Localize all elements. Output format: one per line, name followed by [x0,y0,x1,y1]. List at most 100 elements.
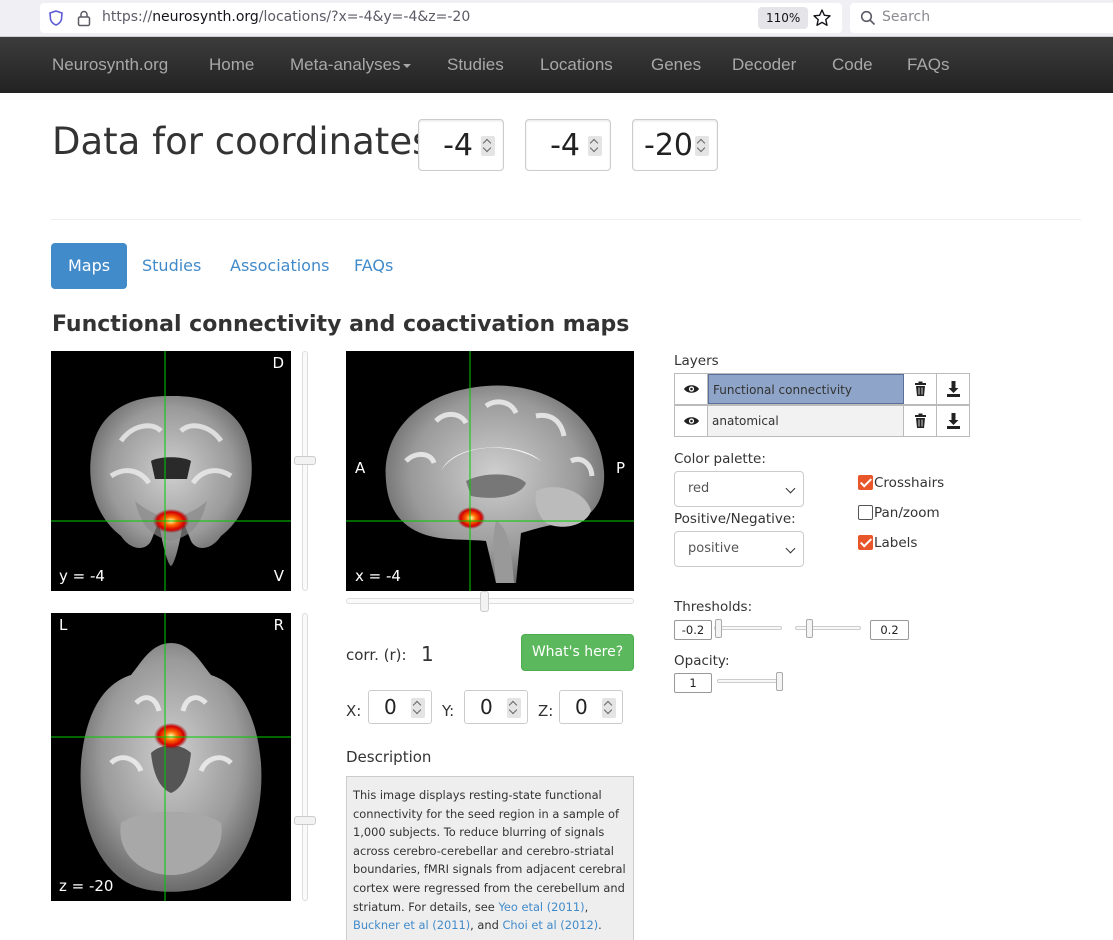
download-icon[interactable] [937,406,970,436]
pan-zoom-checkbox[interactable] [858,505,873,520]
url-text[interactable]: https://neurosynth.org/locations/?x=-4&y… [102,9,470,25]
crosshairs-checkbox[interactable] [858,475,873,490]
pos-neg-select[interactable]: positive [674,531,804,567]
slider-handle[interactable] [776,672,783,691]
tab-associations[interactable]: Associations [213,243,346,289]
spinner-icon[interactable] [588,136,602,156]
nav-locations[interactable]: Locations [540,55,613,75]
tab-faqs[interactable]: FAQs [337,243,410,289]
url-bar[interactable]: https://neurosynth.org/locations/?x=-4&y… [40,3,842,33]
nav-meta-analyses-label: Meta-analyses [290,55,401,74]
layer-row[interactable]: Functional connectivity [674,373,970,405]
zoom-level-badge[interactable]: 110% [758,7,809,29]
color-palette-value: red [688,481,710,496]
slider-handle[interactable] [480,591,489,612]
coord-y-value: -4 [550,128,580,163]
tracking-shield-icon[interactable] [48,10,64,26]
lock-icon[interactable] [76,9,92,27]
axial-slice-slider[interactable] [294,613,316,901]
sagittal-brain-image [346,351,634,591]
caret-down-icon [402,63,411,68]
slider-handle[interactable] [294,816,316,825]
download-icon[interactable] [937,374,970,404]
crosshairs-label: Crosshairs [874,475,945,491]
trash-icon[interactable] [904,374,937,404]
site-navbar: Neurosynth.org Home Meta-analyses Studie… [0,37,1113,93]
coord-x-input[interactable]: -4 [418,119,504,171]
color-palette-label: Color palette: [674,451,766,467]
labels-label: Labels [874,535,918,551]
url-host: neurosynth.org [152,9,259,25]
sagittal-slice-slider[interactable] [346,591,634,612]
positive-threshold-input[interactable]: 0.2 [870,620,909,640]
nav-genes[interactable]: Genes [651,55,701,75]
spinner-icon[interactable] [481,136,495,156]
slider-handle[interactable] [294,456,316,465]
yeo-link[interactable]: Yeo etal (2011) [498,900,584,914]
spinner-icon[interactable] [602,698,616,718]
label-ventral: V [273,567,284,585]
layer-name[interactable]: anatomical [708,406,904,436]
nav-meta-analyses[interactable]: Meta-analyses [290,55,411,75]
url-prefix: https:// [102,9,153,25]
corr-value: 1 [421,642,434,666]
buckner-link[interactable]: Buckner et al (2011) [353,918,470,932]
spinner-icon[interactable] [507,698,521,718]
description-box: This image displays resting-state functi… [346,776,634,940]
nav-home[interactable]: Home [209,55,254,75]
nav-faqs[interactable]: FAQs [907,55,950,75]
tab-maps[interactable]: Maps [51,243,128,289]
axial-brain-view[interactable]: L R z = -20 [51,613,291,901]
layer-row[interactable]: anatomical [674,405,970,437]
y-value: 0 [480,695,493,719]
slider-handle[interactable] [715,619,722,638]
negative-threshold-slider[interactable] [714,619,782,638]
pan-zoom-label: Pan/zoom [874,505,940,521]
label-right: R [273,616,284,634]
description-sep: , [584,899,589,914]
chevron-down-icon [785,483,796,494]
whats-here-button[interactable]: What's here? [521,634,634,671]
eye-icon[interactable] [675,374,708,404]
positive-threshold-slider[interactable] [795,619,861,638]
coord-x-value: -4 [443,128,473,163]
slider-handle[interactable] [806,619,813,638]
color-palette-select[interactable]: red [674,471,804,507]
label-y-coordinate: y = -4 [59,567,105,585]
layers-label: Layers [674,353,719,369]
negative-threshold-input[interactable]: -0.2 [674,620,712,640]
labels-checkbox[interactable] [858,535,873,550]
label-dorsal: D [272,354,284,372]
coord-z-input[interactable]: -20 [632,119,718,171]
spinner-icon[interactable] [695,136,709,156]
label-z-coordinate: z = -20 [59,877,114,895]
nav-studies[interactable]: Studies [447,55,504,75]
coronal-slice-slider[interactable] [294,351,316,591]
coord-y-input[interactable]: -4 [525,119,611,171]
x-input[interactable]: 0 [368,690,432,724]
axial-brain-image [51,613,291,901]
nav-code[interactable]: Code [832,55,873,75]
z-input[interactable]: 0 [559,690,623,724]
trash-icon[interactable] [904,406,937,436]
nav-decoder[interactable]: Decoder [732,55,796,75]
browser-search-bar[interactable]: Search [850,3,1113,33]
y-input[interactable]: 0 [464,690,528,724]
coronal-brain-view[interactable]: D V y = -4 [51,351,291,591]
choi-link[interactable]: Choi et al (2012) [502,918,598,932]
bookmark-star-icon[interactable] [812,8,832,28]
opacity-slider[interactable] [717,672,783,691]
chevron-down-icon [785,543,796,554]
label-x-coordinate: x = -4 [355,567,401,585]
layer-name[interactable]: Functional connectivity [708,374,904,404]
tab-studies[interactable]: Studies [125,243,218,289]
description-sep: , and [470,918,503,933]
spinner-icon[interactable] [411,698,425,718]
pos-neg-value: positive [688,541,739,556]
sagittal-brain-view[interactable]: A P x = -4 [346,351,634,591]
opacity-input[interactable]: 1 [674,673,712,693]
z-label: Z: [538,702,554,720]
eye-icon[interactable] [675,406,708,436]
search-icon [860,10,876,26]
nav-brand[interactable]: Neurosynth.org [52,55,168,75]
